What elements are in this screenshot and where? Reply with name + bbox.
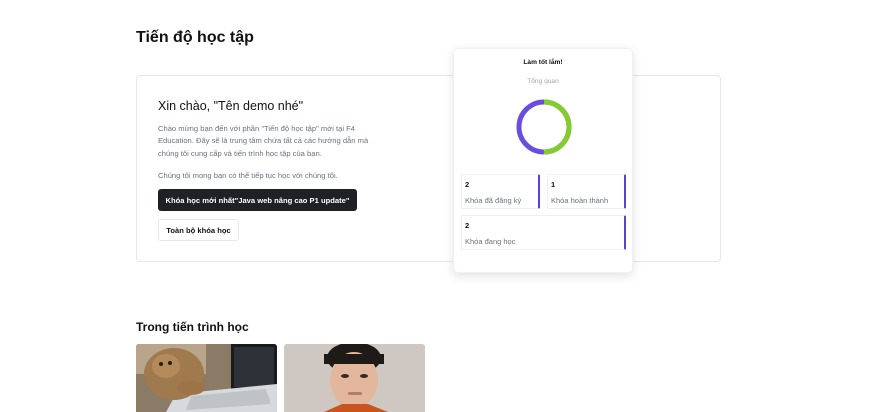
course-card-thumbnail[interactable] [284, 344, 425, 412]
page-title: Tiến độ học tập [136, 29, 254, 46]
stat-completed-courses[interactable]: 1 Khóa hoàn thành [547, 174, 626, 209]
stat-registered-value: 2 [465, 180, 470, 189]
welcome-note: Chúng tôi mong bạn có thể tiếp tục học v… [158, 171, 338, 180]
stat-registered-label: Khóa đã đăng ký [465, 196, 522, 205]
progress-donut-chart [516, 99, 572, 155]
latest-course-button[interactable]: Khóa học mới nhất"Java web nâng cao P1 u… [158, 189, 357, 211]
course-card-thumbnail[interactable] [136, 344, 277, 412]
all-courses-button[interactable]: Toàn bộ khóa học [158, 219, 239, 241]
welcome-title: Xin chào, "Tên demo nhé" [158, 99, 304, 113]
stat-completed-value: 1 [551, 180, 556, 189]
overview-subheading: Tổng quan [527, 78, 559, 85]
overview-heading: Làm tốt lắm! [523, 59, 563, 66]
stat-in-progress-courses[interactable]: 2 Khóa đang học [461, 215, 626, 250]
stat-in-progress-label: Khóa đang học [465, 237, 516, 246]
in-progress-section-title: Trong tiến trình học [136, 320, 249, 334]
overview-card: Làm tốt lắm! Tổng quan 2 Khóa đã đăng ký… [453, 48, 633, 273]
welcome-card: Xin chào, "Tên demo nhé" Chào mừng bạn đ… [136, 75, 721, 262]
cat-laptop-photo-icon [136, 344, 277, 412]
stat-completed-label: Khóa hoàn thành [551, 196, 609, 205]
welcome-description: Chào mừng bạn đến với phần "Tiến độ học … [158, 124, 369, 158]
person-portrait-photo-icon [284, 344, 425, 412]
stat-in-progress-value: 2 [465, 221, 470, 230]
stat-registered-courses[interactable]: 2 Khóa đã đăng ký [461, 174, 540, 209]
